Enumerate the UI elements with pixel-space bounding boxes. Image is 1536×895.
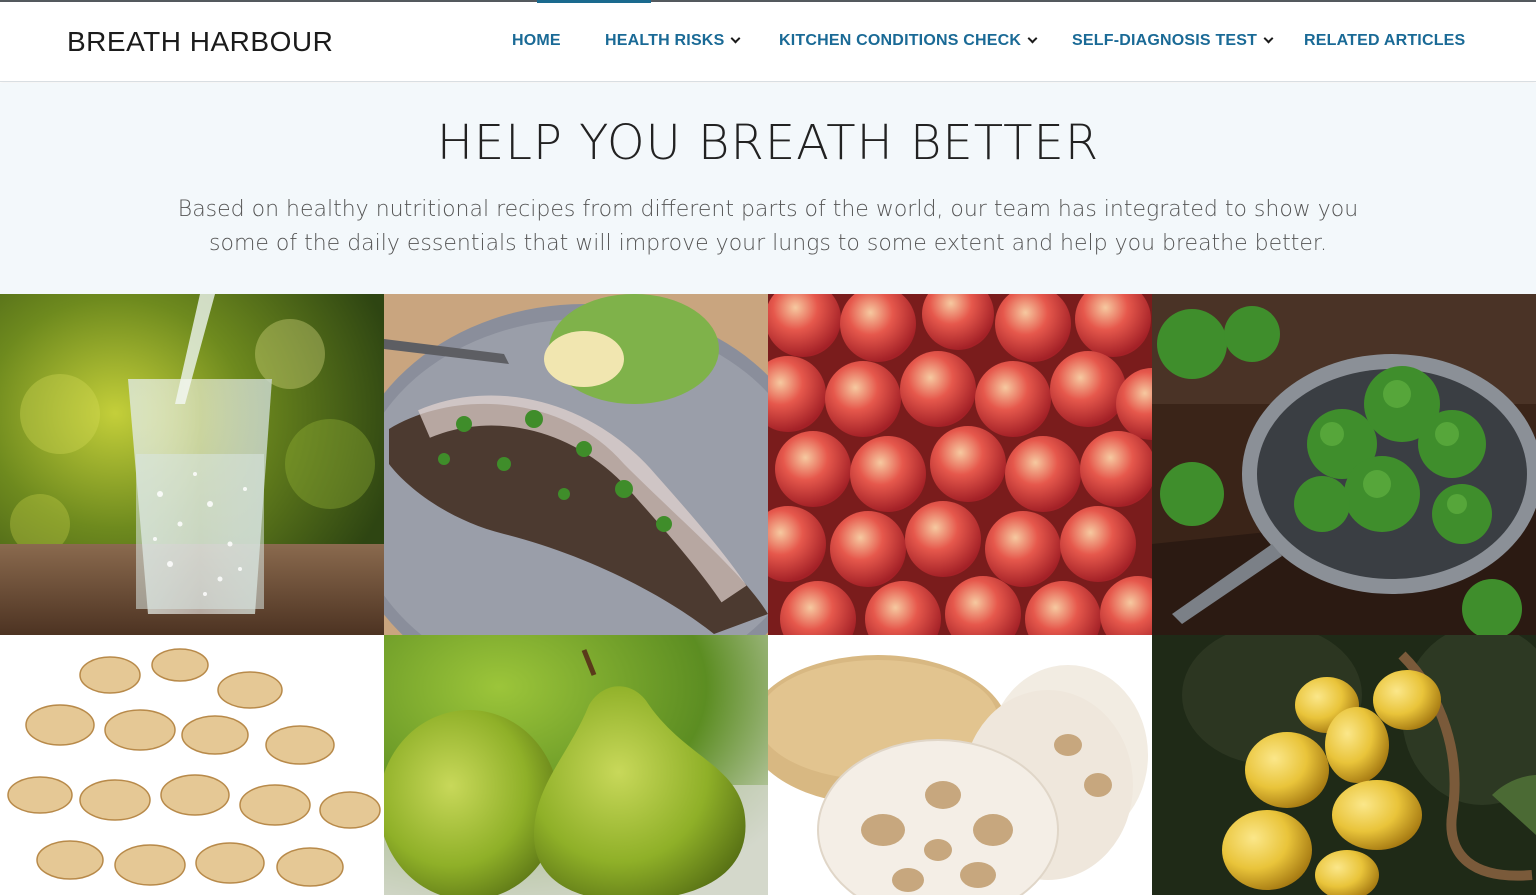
nav-health-risks[interactable]: HEALTH RISKS bbox=[605, 32, 741, 50]
hero-title: HELP YOU BREATH BETTER bbox=[436, 115, 1100, 171]
nav-home-label: HOME bbox=[512, 32, 561, 49]
nav-health-risks-label: HEALTH RISKS bbox=[605, 32, 725, 49]
nav-self-diagnosis-test[interactable]: SELF-DIAGNOSIS TEST bbox=[1072, 32, 1274, 50]
water-glass-image bbox=[0, 294, 384, 635]
gallery-image-pears[interactable] bbox=[384, 635, 768, 895]
nav-kitchen-conditions-check-label: KITCHEN CONDITIONS CHECK bbox=[779, 32, 1022, 49]
gallery-image-loquats[interactable] bbox=[1152, 635, 1536, 895]
chevron-down-icon bbox=[1027, 33, 1038, 44]
gallery-image-apples[interactable] bbox=[768, 294, 1152, 635]
broccoli-image bbox=[1152, 294, 1536, 635]
food-gallery bbox=[0, 294, 1536, 895]
gallery-image-fish[interactable] bbox=[384, 294, 768, 635]
apples-image bbox=[768, 294, 1152, 635]
chevron-down-icon bbox=[1263, 33, 1274, 44]
gallery-image-broccoli[interactable] bbox=[1152, 294, 1536, 635]
gallery-image-lotus-root[interactable] bbox=[768, 635, 1152, 895]
lotus-root-image bbox=[768, 635, 1152, 895]
nav-home[interactable]: HOME bbox=[512, 32, 561, 50]
pears-image bbox=[384, 635, 768, 895]
hero-section: HELP YOU BREATH BETTER Based on healthy … bbox=[0, 83, 1536, 294]
grilled-fish-image bbox=[384, 294, 768, 635]
active-nav-indicator bbox=[537, 0, 651, 3]
gallery-image-water[interactable] bbox=[0, 294, 384, 635]
loquats-image bbox=[1152, 635, 1536, 895]
hero-description: Based on healthy nutritional recipes fro… bbox=[177, 197, 1359, 256]
site-header: BREATH HARBOUR HOME HEALTH RISKS KITCHEN… bbox=[0, 2, 1536, 82]
gallery-image-lily-bulb[interactable] bbox=[0, 635, 384, 895]
nav-related-articles[interactable]: RELATED ARTICLES bbox=[1304, 32, 1465, 50]
dried-lily-bulb-image bbox=[0, 635, 384, 895]
nav-self-diagnosis-test-label: SELF-DIAGNOSIS TEST bbox=[1072, 32, 1258, 49]
nav-kitchen-conditions-check[interactable]: KITCHEN CONDITIONS CHECK bbox=[779, 32, 1038, 50]
nav-related-articles-label: RELATED ARTICLES bbox=[1304, 32, 1466, 49]
site-logo[interactable]: BREATH HARBOUR bbox=[67, 26, 333, 58]
chevron-down-icon bbox=[731, 33, 741, 44]
